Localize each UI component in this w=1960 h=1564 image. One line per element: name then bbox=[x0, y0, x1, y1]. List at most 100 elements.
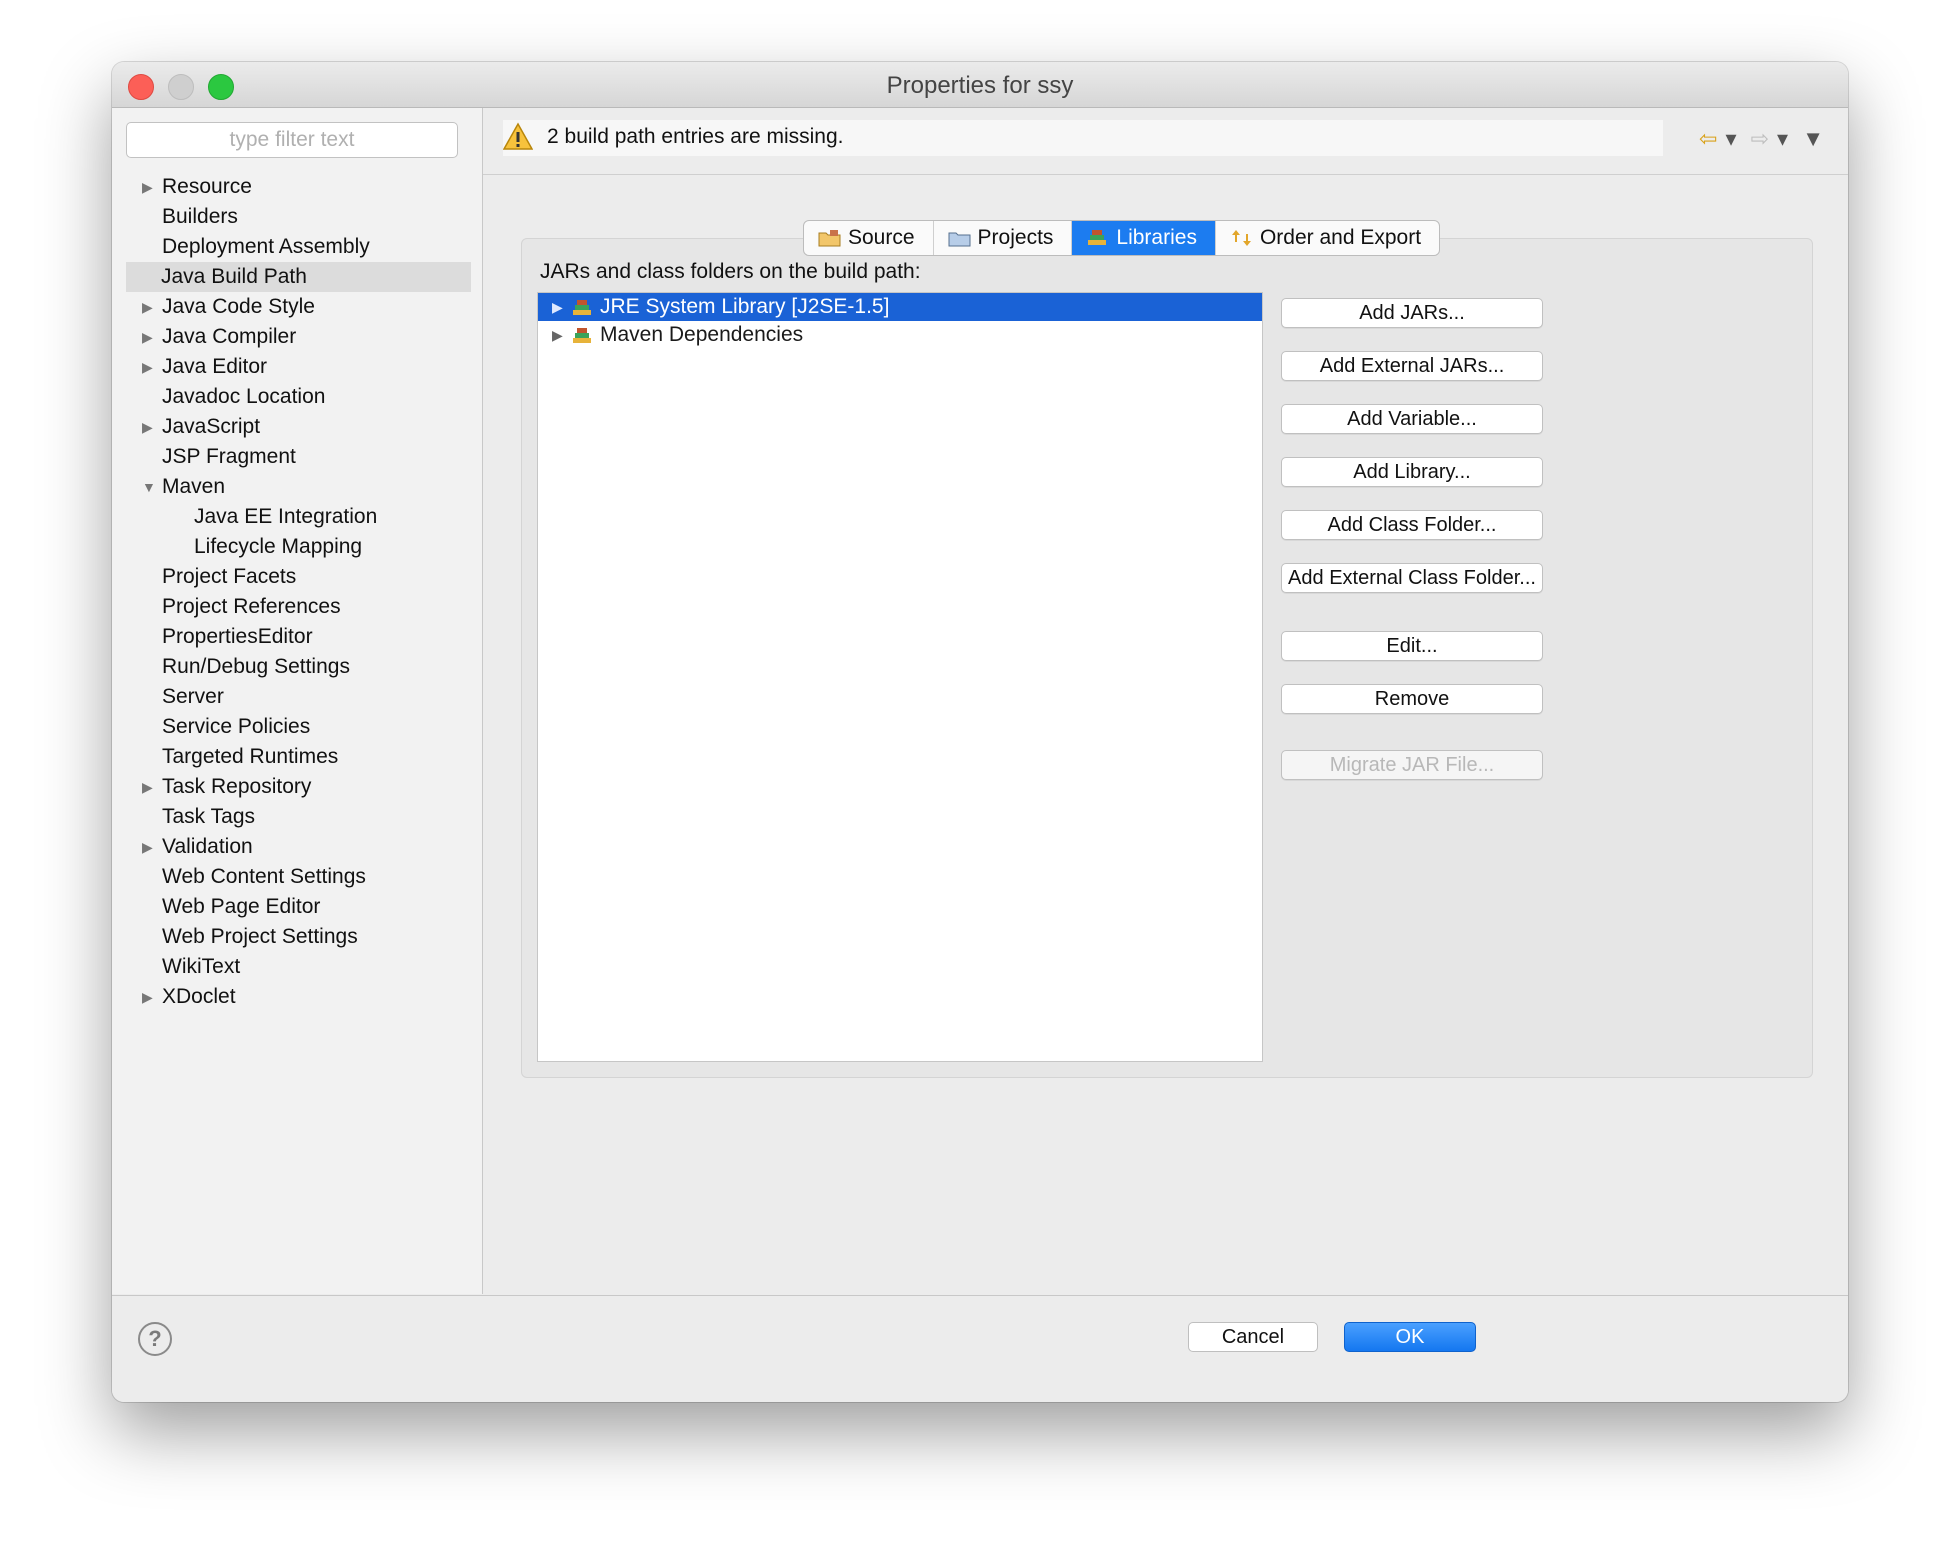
sidebar-item-web-content-settings[interactable]: Web Content Settings bbox=[112, 862, 482, 892]
sidebar-item-lifecycle-mapping[interactable]: Lifecycle Mapping bbox=[112, 532, 482, 562]
expand-arrow-icon[interactable]: ▶ bbox=[142, 772, 153, 802]
sidebar-item-label: Validation bbox=[162, 835, 253, 858]
list-item[interactable]: ▶ Maven Dependencies bbox=[538, 321, 1262, 349]
divider bbox=[483, 174, 1848, 175]
tab-projects[interactable]: Projects bbox=[934, 221, 1073, 255]
library-list[interactable]: ▶ JRE System Library [J2SE-1.5] ▶ Maven … bbox=[537, 292, 1263, 1062]
add-jars-button[interactable]: Add JARs... bbox=[1281, 298, 1543, 328]
sidebar-item-wikitext[interactable]: WikiText bbox=[112, 952, 482, 982]
sidebar-item-deployment-assembly[interactable]: Deployment Assembly bbox=[112, 232, 482, 262]
expand-arrow-icon[interactable]: ▶ bbox=[142, 172, 153, 202]
sidebar-item-xdoclet[interactable]: ▶ XDoclet bbox=[112, 982, 482, 1012]
tab-label: Source bbox=[848, 226, 915, 249]
sidebar-item-label: Java Editor bbox=[162, 355, 268, 378]
properties-dialog: Properties for ssy type filter text ▶ Re… bbox=[112, 62, 1848, 1402]
add-variable-button[interactable]: Add Variable... bbox=[1281, 404, 1543, 434]
collapse-arrow-icon[interactable]: ▼ bbox=[142, 472, 156, 502]
add-class-folder-button[interactable]: Add Class Folder... bbox=[1281, 510, 1543, 540]
sidebar-item-label: Project References bbox=[162, 595, 341, 618]
view-menu-icon[interactable]: ▼ bbox=[1802, 126, 1824, 151]
sidebar-item-validation[interactable]: ▶ Validation bbox=[112, 832, 482, 862]
forward-arrow-icon[interactable]: ⇨ bbox=[1751, 126, 1769, 151]
expand-arrow-icon[interactable]: ▶ bbox=[142, 412, 153, 442]
sidebar-item-java-compiler[interactable]: ▶ Java Compiler bbox=[112, 322, 482, 352]
ok-button[interactable]: OK bbox=[1344, 1322, 1476, 1352]
build-path-heading: JARs and class folders on the build path… bbox=[540, 260, 921, 283]
back-dropdown-icon[interactable]: ▾ bbox=[1725, 126, 1736, 151]
sidebar-item-label: Task Repository bbox=[162, 775, 312, 798]
sidebar-item-label: Deployment Assembly bbox=[162, 235, 370, 258]
edit-button[interactable]: Edit... bbox=[1281, 631, 1543, 661]
tab-source[interactable]: Source bbox=[804, 221, 934, 255]
sidebar-item-label: Java Compiler bbox=[162, 325, 297, 348]
sidebar-item-javascript[interactable]: ▶ JavaScript bbox=[112, 412, 482, 442]
migrate-jar-button[interactable]: Migrate JAR File... bbox=[1281, 750, 1543, 780]
sidebar-item-project-references[interactable]: Project References bbox=[112, 592, 482, 622]
sidebar-item-web-project-settings[interactable]: Web Project Settings bbox=[112, 922, 482, 952]
library-icon bbox=[1088, 230, 1107, 245]
sidebar-item-server[interactable]: Server bbox=[112, 682, 482, 712]
sidebar-item-label: Project Facets bbox=[162, 565, 297, 588]
sidebar-item-run-debug-settings[interactable]: Run/Debug Settings bbox=[112, 652, 482, 682]
sidebar-item-java-ee-integration[interactable]: Java EE Integration bbox=[112, 502, 482, 532]
sidebar-item-label: XDoclet bbox=[162, 985, 236, 1008]
add-library-button[interactable]: Add Library... bbox=[1281, 457, 1543, 487]
source-folder-icon bbox=[818, 230, 841, 247]
tab-libraries[interactable]: Libraries bbox=[1072, 221, 1216, 255]
sidebar-item-task-repository[interactable]: ▶ Task Repository bbox=[112, 772, 482, 802]
forward-dropdown-icon[interactable]: ▾ bbox=[1777, 126, 1788, 151]
project-folder-icon bbox=[948, 232, 971, 247]
sidebar-item-java-code-style[interactable]: ▶ Java Code Style bbox=[112, 292, 482, 322]
sidebar-item-javadoc-location[interactable]: Javadoc Location bbox=[112, 382, 482, 412]
sidebar-item-label: Service Policies bbox=[162, 715, 311, 738]
sidebar-item-label: Java EE Integration bbox=[194, 505, 378, 528]
sidebar-item-label: Builders bbox=[162, 205, 238, 228]
expand-arrow-icon[interactable]: ▶ bbox=[142, 832, 153, 862]
expand-arrow-icon[interactable]: ▶ bbox=[552, 321, 563, 349]
sidebar-item-label: WikiText bbox=[162, 955, 241, 978]
expand-arrow-icon[interactable]: ▶ bbox=[142, 982, 153, 1012]
sidebar-item-label: Resource bbox=[162, 175, 252, 198]
sidebar-item-targeted-runtimes[interactable]: Targeted Runtimes bbox=[112, 742, 482, 772]
help-icon[interactable]: ? bbox=[138, 1322, 172, 1356]
sidebar-item-service-policies[interactable]: Service Policies bbox=[112, 712, 482, 742]
tab-label: Libraries bbox=[1116, 226, 1197, 249]
list-item[interactable]: ▶ JRE System Library [J2SE-1.5] bbox=[538, 293, 1262, 321]
warning-icon bbox=[503, 122, 533, 150]
page-navigation: ⇦ ▾ ⇨ ▾ ▼ bbox=[1691, 126, 1824, 152]
list-item-label: JRE System Library [J2SE-1.5] bbox=[600, 295, 890, 318]
filter-input[interactable]: type filter text bbox=[126, 122, 458, 158]
remove-button[interactable]: Remove bbox=[1281, 684, 1543, 714]
sidebar-item-label: Maven bbox=[162, 475, 226, 498]
sidebar-item-label: Web Project Settings bbox=[162, 925, 358, 948]
sidebar-item-label: Targeted Runtimes bbox=[162, 745, 339, 768]
title-bar: Properties for ssy bbox=[112, 62, 1848, 108]
tab-bar: Source Projects Libraries Order and Expo… bbox=[803, 220, 1441, 256]
expand-arrow-icon[interactable]: ▶ bbox=[552, 293, 563, 321]
dialog-footer: ? Cancel OK bbox=[112, 1295, 1848, 1402]
sidebar-item-web-page-editor[interactable]: Web Page Editor bbox=[112, 892, 482, 922]
sidebar-item-label: Task Tags bbox=[162, 805, 255, 828]
sidebar-item-maven[interactable]: ▼ Maven bbox=[112, 472, 482, 502]
sidebar-item-jsp-fragment[interactable]: JSP Fragment bbox=[112, 442, 482, 472]
expand-arrow-icon[interactable]: ▶ bbox=[142, 322, 153, 352]
add-external-class-folder-button[interactable]: Add External Class Folder... bbox=[1281, 563, 1543, 593]
sidebar-item-label: JavaScript bbox=[162, 415, 261, 438]
sidebar-item-resource[interactable]: ▶ Resource bbox=[112, 172, 482, 202]
expand-arrow-icon[interactable]: ▶ bbox=[142, 352, 153, 382]
expand-arrow-icon[interactable]: ▶ bbox=[142, 292, 153, 322]
sidebar-item-builders[interactable]: Builders bbox=[112, 202, 482, 232]
cancel-button[interactable]: Cancel bbox=[1188, 1322, 1318, 1352]
message-bar: 2 build path entries are missing. bbox=[503, 120, 1663, 156]
sidebar-item-java-editor[interactable]: ▶ Java Editor bbox=[112, 352, 482, 382]
list-item-label: Maven Dependencies bbox=[600, 323, 804, 346]
sidebar-item-java-build-path[interactable]: Java Build Path bbox=[126, 262, 471, 292]
sidebar-item-label: Java Code Style bbox=[162, 295, 315, 318]
sidebar-item-task-tags[interactable]: Task Tags bbox=[112, 802, 482, 832]
sidebar-item-project-facets[interactable]: Project Facets bbox=[112, 562, 482, 592]
order-export-icon bbox=[1231, 230, 1251, 246]
back-arrow-icon[interactable]: ⇦ bbox=[1699, 126, 1717, 151]
sidebar-item-properties-editor[interactable]: PropertiesEditor bbox=[112, 622, 482, 652]
add-external-jars-button[interactable]: Add External JARs... bbox=[1281, 351, 1543, 381]
tab-order-and-export[interactable]: Order and Export bbox=[1216, 221, 1439, 255]
